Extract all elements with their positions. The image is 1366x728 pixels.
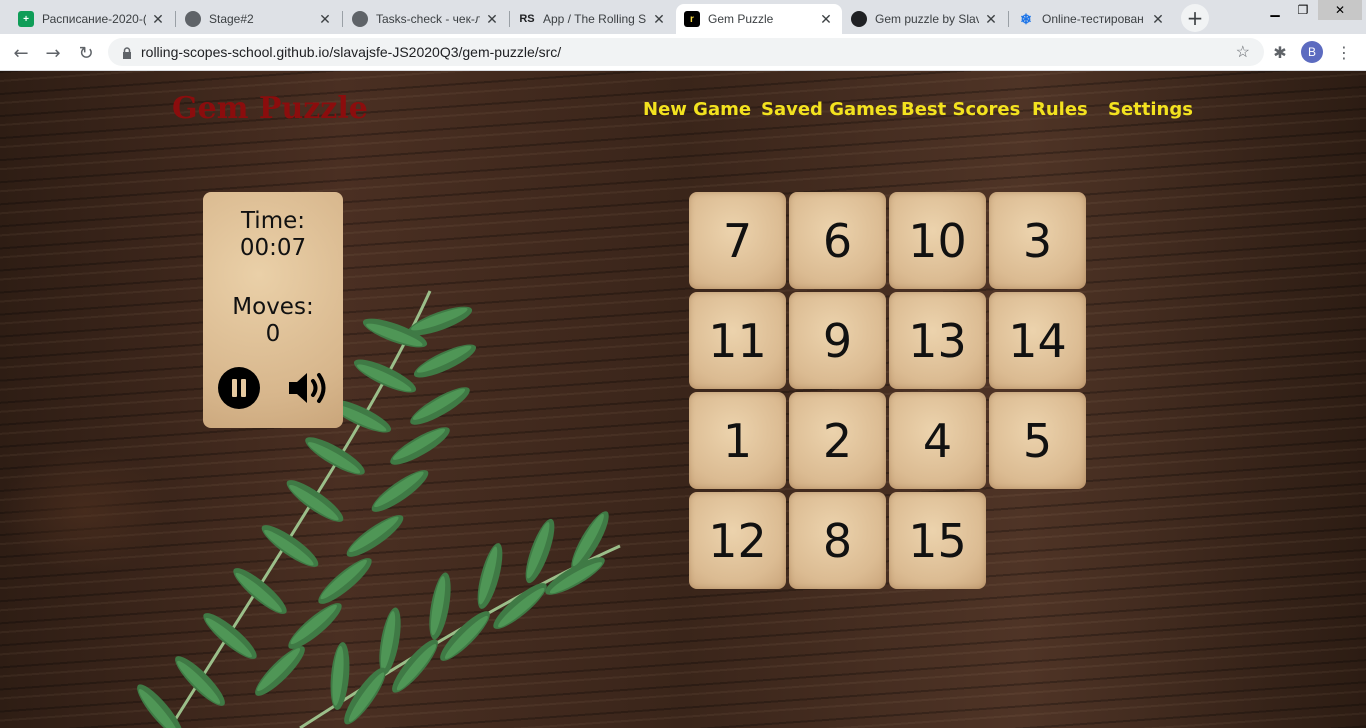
browser-tab[interactable]: Gem puzzle by Slav ✕ [843, 4, 1007, 34]
tab-title: Online-тестирован [1042, 12, 1144, 26]
url-text: rolling-scopes-school.github.io/slavajsf… [141, 44, 562, 60]
puzzle-tile[interactable]: 8 [789, 492, 886, 589]
extensions-icon[interactable]: ✱ [1270, 42, 1290, 62]
puzzle-tile[interactable]: 14 [989, 292, 1086, 389]
tab-title: Gem puzzle by Slav [875, 12, 979, 26]
moves-value: 0 [265, 321, 281, 347]
nav-saved-games[interactable]: Saved Games [761, 99, 898, 120]
puzzle-tile[interactable]: 2 [789, 392, 886, 489]
browser-tab[interactable]: Tasks-check - чек-л ✕ [344, 4, 508, 34]
back-icon[interactable]: ← [8, 40, 34, 66]
browser-tab[interactable]: RS App / The Rolling S ✕ [511, 4, 675, 34]
bookmark-star-icon[interactable]: ☆ [1236, 42, 1250, 62]
pause-icon[interactable] [218, 367, 260, 409]
puzzle-tile[interactable]: 10 [889, 192, 986, 289]
browser-tab[interactable]: Stage#2 ✕ [177, 4, 341, 34]
rs-school-icon: r [684, 11, 700, 27]
sound-icon[interactable] [287, 368, 331, 408]
close-icon[interactable]: ✕ [818, 11, 834, 28]
globe-icon [185, 11, 201, 27]
globe-icon [352, 11, 368, 27]
puzzle-tile[interactable]: 7 [689, 192, 786, 289]
nav-settings[interactable]: Settings [1108, 99, 1193, 120]
tab-title: App / The Rolling S [543, 12, 647, 26]
browser-tab-active[interactable]: r Gem Puzzle ✕ [676, 4, 842, 34]
close-icon[interactable]: ✕ [983, 11, 999, 28]
puzzle-tile[interactable]: 15 [889, 492, 986, 589]
browser-tab[interactable]: ❄ Online-тестирован ✕ [1010, 4, 1174, 34]
close-icon[interactable]: ✕ [1150, 11, 1166, 28]
tab-title: Расписание-2020-( [42, 12, 146, 26]
puzzle-tile[interactable]: 6 [789, 192, 886, 289]
sheets-icon: + [18, 11, 34, 27]
puzzle-tile[interactable]: 3 [989, 192, 1086, 289]
nav-new-game[interactable]: New Game [643, 99, 751, 120]
puzzle-tile[interactable]: 4 [889, 392, 986, 489]
close-icon[interactable]: ✕ [484, 11, 500, 28]
page-background: Gem Puzzle New Game Saved Games Best Sco… [0, 71, 1366, 728]
reload-icon[interactable]: ↻ [73, 40, 99, 66]
puzzle-tile[interactable]: 11 [689, 292, 786, 389]
time-value: 00:07 [239, 235, 307, 261]
nav-best-scores[interactable]: Best Scores [901, 99, 1020, 120]
forward-icon[interactable]: → [40, 40, 66, 66]
puzzle-tile[interactable]: 5 [989, 392, 1086, 489]
puzzle-tile[interactable]: 13 [889, 292, 986, 389]
nav-rules[interactable]: Rules [1032, 99, 1088, 120]
puzzle-tile[interactable]: 1 [689, 392, 786, 489]
time-label: Time: [240, 208, 306, 234]
tab-title: Stage#2 [209, 12, 254, 26]
snowflake-icon: ❄ [1020, 10, 1032, 27]
moves-label: Moves: [232, 294, 314, 320]
browser-tab[interactable]: + Расписание-2020-( ✕ [10, 4, 174, 34]
tab-title: Tasks-check - чек-л [376, 12, 480, 26]
window-close-icon[interactable]: ✕ [1318, 0, 1362, 20]
app-title: Gem Puzzle [172, 91, 368, 126]
browser-toolbar: ← → ↻ rolling-scopes-school.github.io/sl… [0, 34, 1366, 71]
puzzle-tile[interactable]: 9 [789, 292, 886, 389]
fern-image [131, 290, 621, 728]
tab-strip: + Расписание-2020-( ✕ Stage#2 ✕ Tasks-ch… [0, 0, 1366, 34]
stats-panel: Time: 00:07 Moves: 0 [203, 192, 343, 428]
puzzle-tile[interactable]: 12 [689, 492, 786, 589]
tab-title: Gem Puzzle [708, 12, 774, 26]
puzzle-board: 7 6 10 3 11 9 13 14 1 2 4 5 12 8 15 [689, 192, 1089, 592]
minimize-icon[interactable]: ▁ [1262, 0, 1288, 20]
rs-icon: RS [519, 13, 535, 25]
new-tab-button[interactable]: + [1181, 4, 1209, 32]
menu-dots-icon[interactable]: ⋮ [1334, 42, 1354, 62]
close-icon[interactable]: ✕ [317, 11, 333, 28]
maximize-icon[interactable]: ❐ [1290, 0, 1316, 20]
close-icon[interactable]: ✕ [651, 11, 667, 28]
profile-avatar[interactable]: B [1301, 41, 1323, 63]
github-icon [851, 11, 867, 27]
lock-icon [121, 46, 133, 59]
address-bar[interactable]: rolling-scopes-school.github.io/slavajsf… [108, 38, 1264, 66]
close-icon[interactable]: ✕ [150, 11, 166, 28]
